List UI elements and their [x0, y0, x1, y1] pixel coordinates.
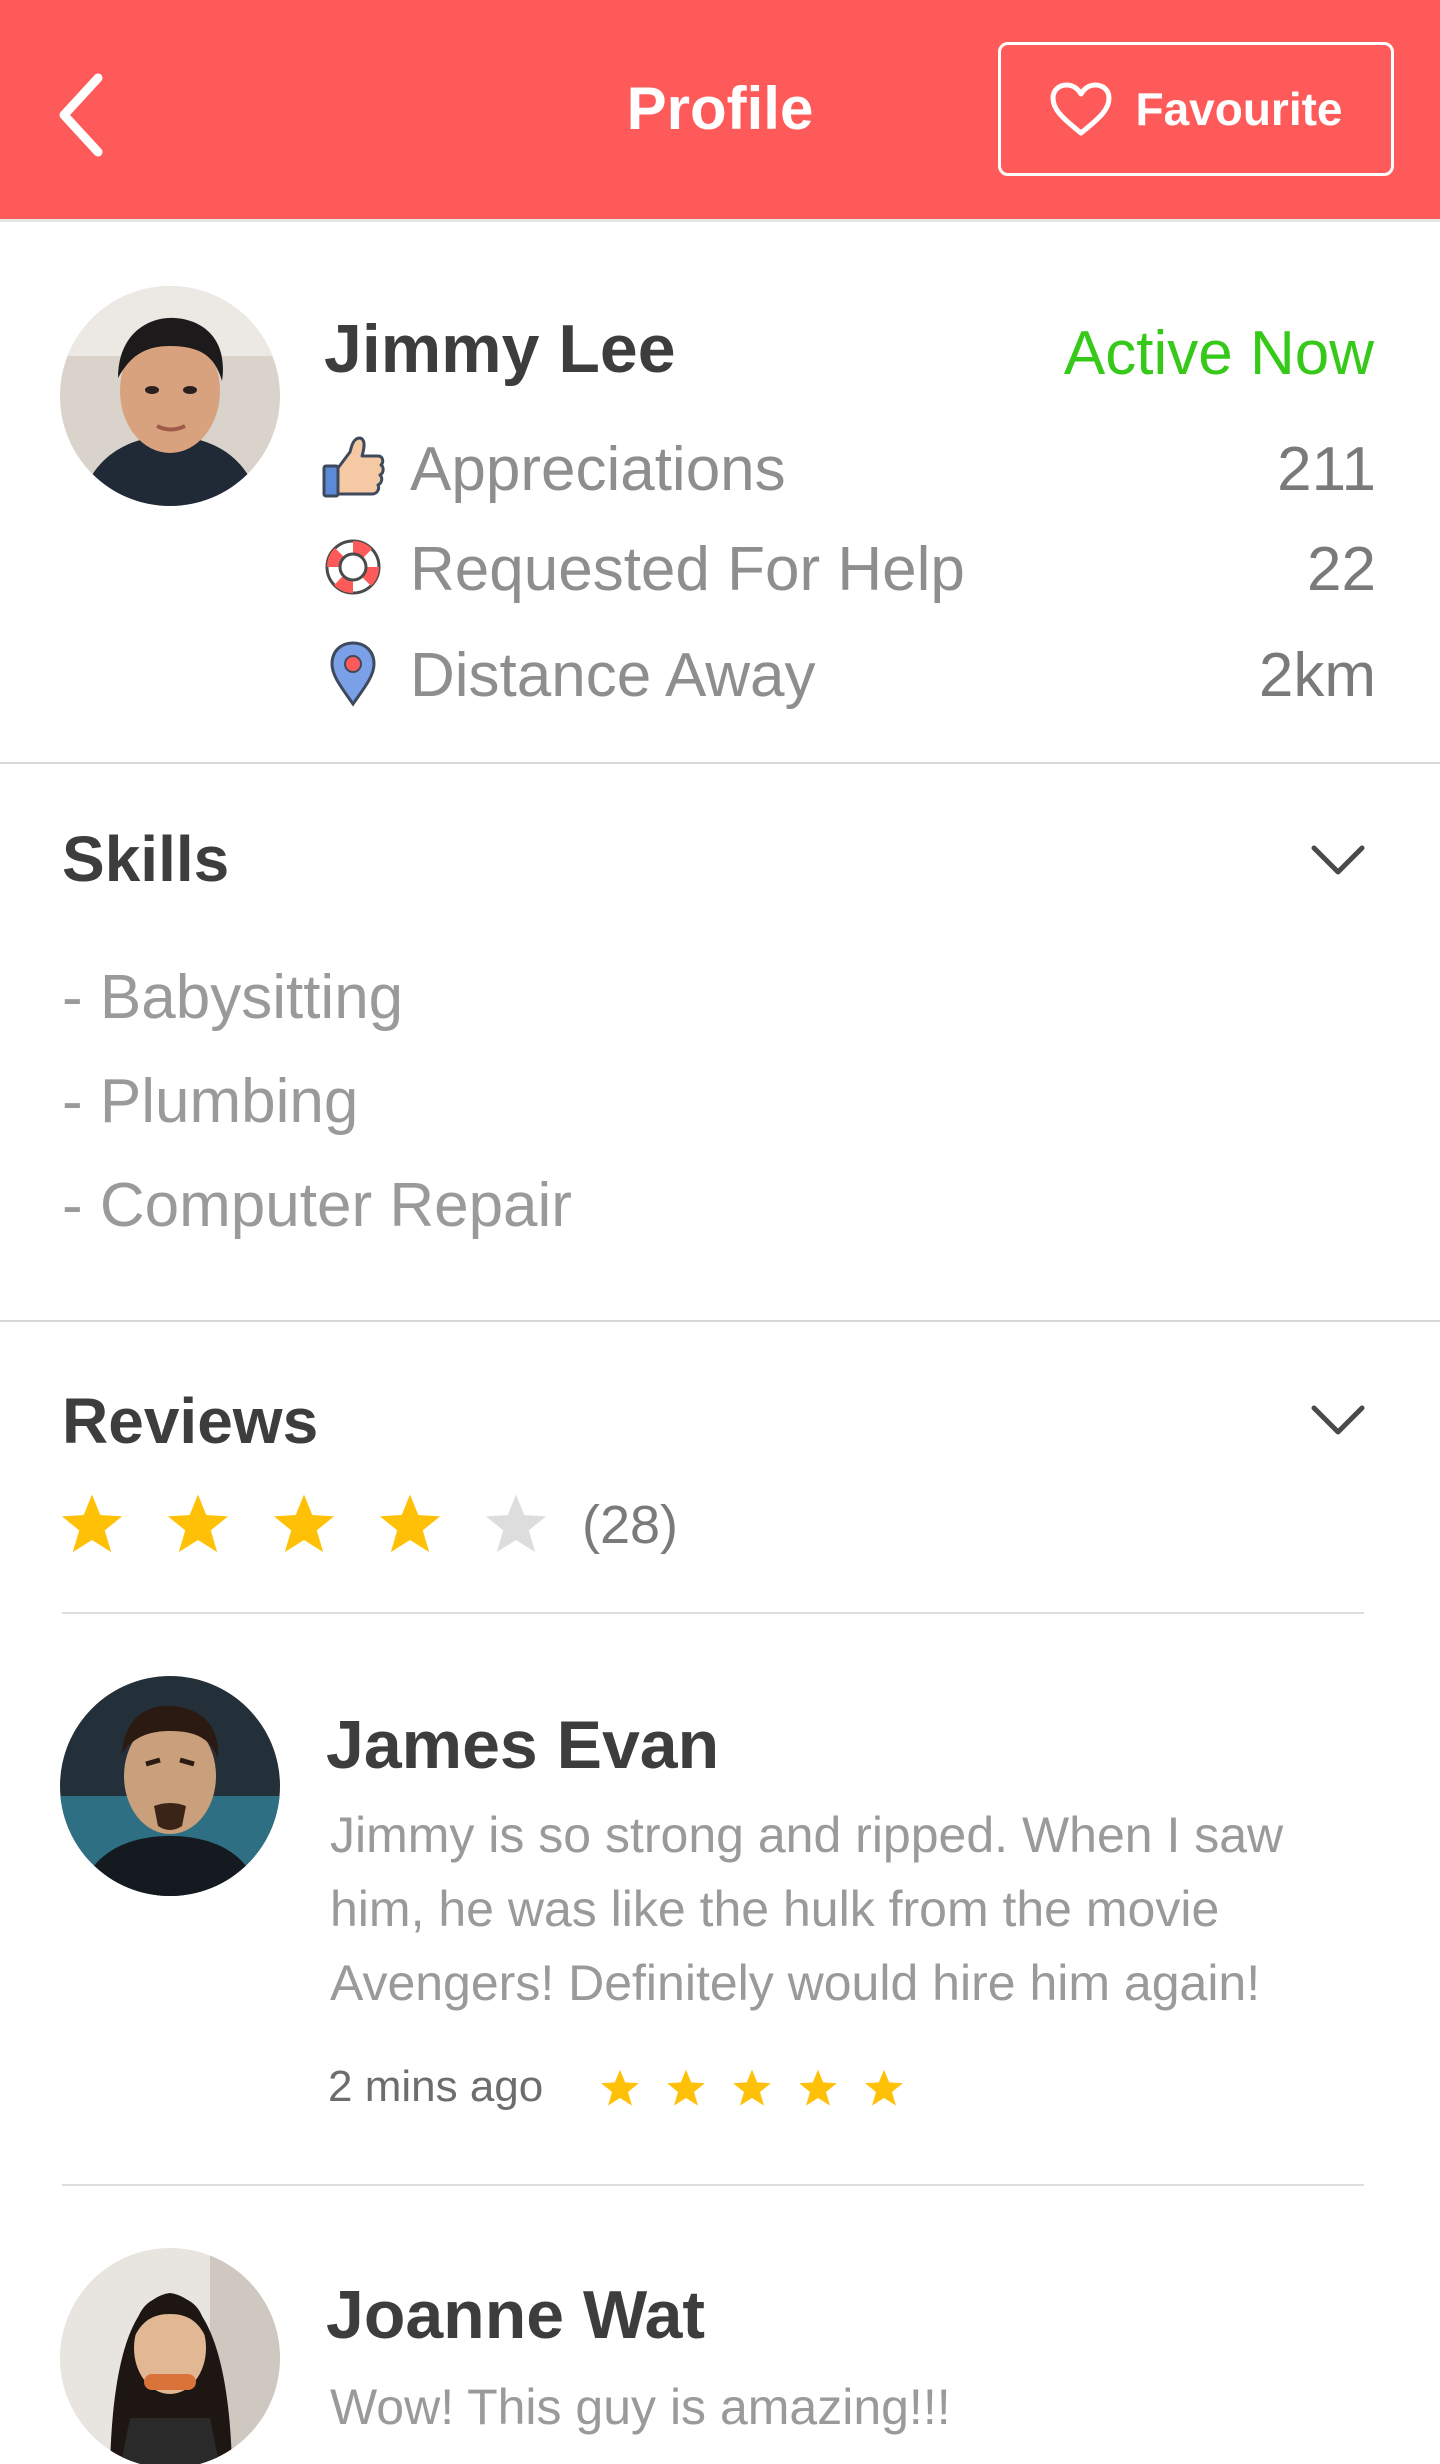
skills-title: Skills — [62, 823, 230, 895]
map-pin-icon — [320, 638, 386, 708]
heart-outline-icon — [1050, 82, 1112, 136]
thumbs-up-icon — [320, 432, 386, 502]
star-filled-icon — [733, 2069, 771, 2106]
star-filled-icon — [61, 1494, 123, 1553]
reviewer-name: James Evan — [326, 1707, 720, 1783]
stat-row-appreciations: Appreciations 211 — [320, 424, 1376, 514]
reviewer-avatar — [60, 2248, 280, 2464]
skill-item: - Computer Repair — [62, 1171, 572, 1240]
chevron-down-icon — [1311, 845, 1365, 875]
skills-expand-toggle[interactable] — [1308, 840, 1368, 880]
chevron-down-icon — [1311, 1405, 1365, 1435]
review-text: Jimmy is so strong and ripped. When I sa… — [330, 1807, 1284, 2011]
app-header: Profile Favourite — [0, 0, 1440, 222]
reviews-expand-toggle[interactable] — [1308, 1400, 1368, 1440]
stat-row-distance: Distance Away 2km — [320, 630, 1376, 720]
stat-row-requested-help: Requested For Help 22 — [320, 524, 1376, 614]
overall-rating-stars — [60, 1492, 548, 1556]
stat-value: 22 — [1307, 535, 1376, 604]
favourite-label: Favourite — [1135, 83, 1343, 135]
stat-label: Requested For Help — [410, 535, 965, 604]
reviewer-avatar — [60, 1676, 280, 1896]
active-status: Active Now — [1063, 319, 1374, 388]
stat-label: Appreciations — [410, 435, 786, 504]
review-count: (28) — [582, 1495, 679, 1555]
reviews-title: Reviews — [62, 1385, 319, 1457]
lifebuoy-icon — [320, 532, 386, 602]
star-filled-icon — [601, 2069, 639, 2106]
star-empty-icon — [485, 1494, 547, 1553]
stat-value: 211 — [1277, 435, 1376, 504]
star-filled-icon — [799, 2069, 837, 2106]
review-rating-stars — [600, 2068, 904, 2108]
star-filled-icon — [379, 1494, 441, 1553]
favourite-button[interactable]: Favourite — [998, 42, 1394, 176]
star-filled-icon — [667, 2069, 705, 2106]
skill-item: - Plumbing — [62, 1067, 359, 1136]
stat-label: Distance Away — [410, 641, 816, 710]
profile-name: Jimmy Lee — [324, 311, 676, 387]
profile-avatar — [60, 286, 280, 506]
star-filled-icon — [865, 2069, 903, 2106]
divider — [0, 762, 1440, 764]
review-text: Wow! This guy is amazing!!! — [330, 2379, 951, 2435]
skill-item: - Babysitting — [62, 963, 404, 1032]
divider — [0, 1320, 1440, 1322]
stat-value: 2km — [1258, 641, 1376, 710]
divider — [62, 2184, 1364, 2186]
review-timestamp: 2 mins ago — [328, 2062, 544, 2111]
star-filled-icon — [167, 1494, 229, 1553]
reviewer-name: Joanne Wat — [326, 2277, 706, 2353]
star-filled-icon — [273, 1494, 335, 1553]
divider — [62, 1612, 1364, 1614]
